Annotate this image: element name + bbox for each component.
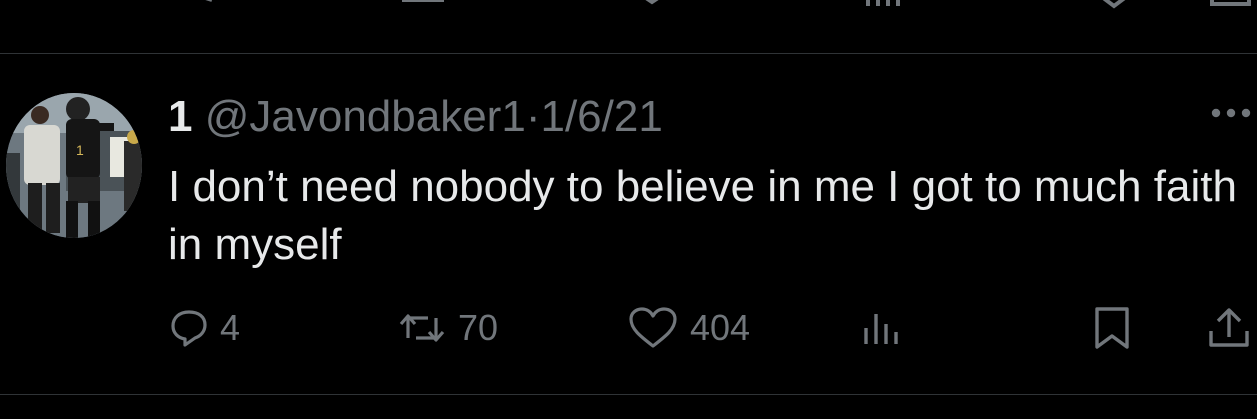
retweet-count: 70 (458, 307, 499, 348)
profile-photo: 1 (6, 93, 142, 238)
svg-text:1: 1 (76, 142, 84, 158)
retweet-button[interactable]: 70 (398, 303, 498, 353)
top-divider (0, 53, 1257, 54)
reply-icon (171, 310, 207, 347)
reply-button[interactable]: 4 (170, 303, 240, 353)
tweet-header: 1 @Javondbaker1·1/6/21 (168, 92, 663, 142)
heart-icon[interactable] (630, 0, 730, 14)
bottom-divider (0, 394, 1257, 395)
analytics-icon[interactable] (862, 0, 902, 14)
reply-icon[interactable] (176, 0, 216, 14)
like-button[interactable]: 404 (628, 303, 750, 353)
retweet-icon (399, 314, 445, 342)
previous-tweet-actions (0, 0, 1257, 14)
more-button[interactable] (1206, 98, 1254, 128)
share-button[interactable] (1206, 303, 1252, 353)
share-icon (1209, 308, 1249, 347)
share-icon[interactable] (1208, 0, 1253, 14)
views-button[interactable] (860, 303, 902, 353)
separator: · (525, 92, 541, 141)
bookmark-button[interactable] (1092, 303, 1132, 353)
analytics-icon (864, 314, 898, 344)
handle[interactable]: @Javondbaker1 (205, 92, 526, 141)
tweet-date[interactable]: 1/6/21 (540, 92, 662, 141)
more-horizontal-icon (1211, 108, 1251, 118)
reply-count: 4 (220, 307, 241, 348)
display-name[interactable]: 1 (168, 92, 192, 141)
heart-icon (629, 307, 677, 348)
bookmark-icon (1095, 307, 1129, 349)
like-count: 404 (690, 307, 751, 348)
bookmark-icon[interactable] (1094, 0, 1134, 14)
avatar[interactable]: 1 (6, 93, 142, 238)
retweet-icon[interactable] (400, 0, 470, 14)
tweet-text: I don’t need nobody to believe in me I g… (168, 162, 1237, 269)
